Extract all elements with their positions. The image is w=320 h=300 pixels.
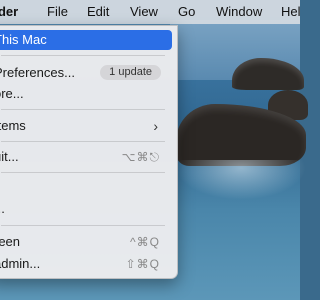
sea-mist [176, 160, 306, 200]
menu-item-log-out[interactable]: admin... ⇧⌘Q [0, 254, 172, 274]
apple-menu-dropdown: This Mac Preferences... 1 update ore... … [0, 25, 178, 279]
menu-item-label: uit... [0, 149, 19, 164]
menu-separator [1, 55, 165, 56]
menu-separator [1, 225, 165, 226]
menubar-help[interactable]: Hel [281, 3, 301, 21]
menu-item-system-preferences[interactable]: Preferences... 1 update [0, 63, 172, 83]
menubar-app-name[interactable]: nder [0, 3, 18, 21]
update-badge: 1 update [100, 65, 161, 80]
menu-bar: nder File Edit View Go Window Hel [0, 0, 301, 24]
menubar-view[interactable]: View [130, 3, 158, 21]
menubar-edit[interactable]: Edit [87, 3, 109, 21]
keyboard-shortcut: ^⌘Q [130, 235, 160, 249]
menu-item-label: ... [0, 201, 5, 216]
menu-item-lock-screen[interactable]: reen ^⌘Q [0, 232, 172, 252]
menu-item-about-this-mac[interactable]: This Mac [0, 30, 172, 50]
menubar-window[interactable]: Window [216, 3, 262, 21]
menu-item-label: ore... [0, 86, 24, 101]
chevron-right-icon: › [153, 118, 158, 134]
menu-item-label: admin... [0, 256, 41, 271]
menu-item-app-store[interactable]: ore... [0, 84, 172, 104]
keyboard-shortcut: ⌥⌘⎋ [121, 150, 160, 164]
menubar-go[interactable]: Go [178, 3, 195, 21]
menu-item-restart[interactable]: ... [0, 199, 172, 219]
menu-separator [1, 109, 165, 110]
menu-item-label: Preferences... [0, 65, 75, 80]
menu-item-recent-items[interactable]: Items › [0, 116, 172, 136]
menubar-file[interactable]: File [47, 3, 68, 21]
menu-separator [1, 141, 165, 142]
keyboard-shortcut: ⇧⌘Q [125, 257, 160, 271]
menu-item-label: reen [0, 234, 21, 249]
menu-item-label: Items [0, 118, 26, 133]
menu-item-force-quit[interactable]: uit... ⌥⌘⎋ [0, 147, 172, 167]
menu-item-label: This Mac [0, 32, 47, 47]
menu-separator [1, 172, 165, 173]
menu-item-sleep[interactable] [0, 177, 172, 197]
